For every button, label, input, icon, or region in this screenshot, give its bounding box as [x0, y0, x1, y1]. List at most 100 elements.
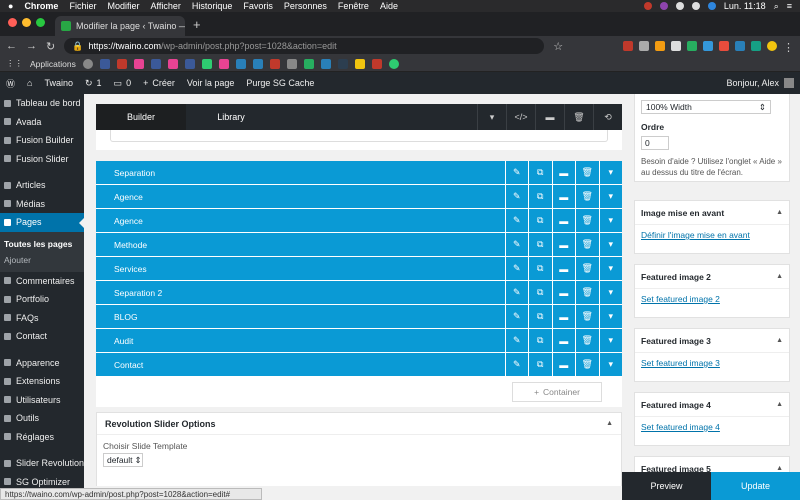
chevron-down-icon[interactable]: ▾	[598, 328, 623, 353]
menu-afficher[interactable]: Afficher	[150, 1, 180, 11]
cloud-icon[interactable]	[675, 2, 684, 10]
clone-icon[interactable]: ⧉	[528, 208, 552, 233]
save-icon[interactable]: ▬	[551, 352, 576, 377]
bookmark-icon[interactable]	[150, 58, 161, 69]
bookmark-icon[interactable]	[286, 58, 297, 69]
menu-aide[interactable]: Aide	[380, 1, 398, 11]
trash-icon[interactable]: 🗑	[575, 232, 599, 257]
save-icon[interactable]: ▬	[551, 160, 576, 185]
new-tab-icon[interactable]: +	[185, 17, 209, 36]
extension-icon[interactable]	[719, 41, 729, 51]
menu-icon[interactable]: ≡	[787, 1, 792, 11]
profile-avatar-icon[interactable]	[767, 41, 777, 51]
edit-icon[interactable]: ✎	[504, 352, 529, 377]
save-icon[interactable]: ▬	[535, 104, 564, 130]
comments-icon[interactable]: ▭	[114, 78, 123, 89]
extension-icon[interactable]	[655, 41, 665, 51]
set-featured-image-4-link[interactable]: Set featured image 4	[635, 417, 789, 437]
chevron-down-icon[interactable]: ▾	[598, 160, 623, 185]
comments-count[interactable]: 0	[126, 78, 131, 88]
extension-icon[interactable]	[735, 41, 745, 51]
sidebar-item-users[interactable]: Utilisateurs	[0, 391, 84, 410]
width-select[interactable]: 100% Width ⇕	[641, 100, 771, 114]
save-icon[interactable]: ▬	[551, 256, 576, 281]
trash-icon[interactable]: 🗑	[575, 160, 599, 185]
bookmark-applications[interactable]: Applications	[30, 59, 76, 69]
extension-icon[interactable]	[751, 41, 761, 51]
user-greeting[interactable]: Bonjour, Alex	[726, 78, 794, 88]
sidebar-item-tools[interactable]: Outils	[0, 409, 84, 428]
menu-fichier[interactable]: Fichier	[69, 1, 96, 11]
trash-icon[interactable]: 🗑	[575, 256, 599, 281]
reload-icon[interactable]: ↻	[46, 40, 55, 53]
bookmark-icon[interactable]	[82, 58, 93, 69]
tab-builder[interactable]: Builder	[96, 104, 186, 130]
save-icon[interactable]: ▬	[551, 184, 576, 209]
bookmark-icon[interactable]	[371, 58, 382, 69]
add-container-button[interactable]: + Container	[512, 382, 602, 402]
bookmark-icon[interactable]	[320, 58, 331, 69]
chevron-down-icon[interactable]: ▾	[477, 104, 506, 130]
box-header[interactable]: Featured image 3 ▲	[635, 329, 789, 353]
chevron-down-icon[interactable]: ▾	[598, 304, 623, 329]
trash-icon[interactable]: 🗑	[575, 208, 599, 233]
sidebar-item-avada[interactable]: Avada	[0, 113, 84, 132]
toggle-up-icon[interactable]: ▲	[776, 273, 783, 280]
apps-icon[interactable]: ⋮⋮	[6, 58, 23, 69]
edit-icon[interactable]: ✎	[504, 208, 529, 233]
more-icon[interactable]: ⋮	[783, 41, 794, 54]
trash-icon[interactable]: 🗑	[575, 328, 599, 353]
sidebar-item-fusion-builder[interactable]: Fusion Builder	[0, 131, 84, 150]
bookmark-icon[interactable]	[167, 58, 178, 69]
record-icon[interactable]	[643, 2, 652, 10]
box-header[interactable]: Featured image 2 ▲	[635, 265, 789, 289]
bookmark-icon[interactable]	[337, 58, 348, 69]
clock[interactable]: Lun. 11:18	[724, 1, 766, 11]
toggle-up-icon[interactable]: ▲	[776, 337, 783, 344]
container-row[interactable]: Separation ✎ ⧉ ▬ 🗑 ▾	[96, 160, 623, 185]
save-icon[interactable]: ▬	[551, 232, 576, 257]
browser-tab[interactable]: Modifier la page ‹ Twaino — W ×	[55, 16, 185, 36]
clone-icon[interactable]: ⧉	[528, 256, 552, 281]
minimize-window-icon[interactable]	[22, 18, 31, 27]
clone-icon[interactable]: ⧉	[528, 352, 552, 377]
sidebar-item-media[interactable]: Médias	[0, 195, 84, 214]
sidebar-item-pages[interactable]: Pages	[0, 213, 84, 232]
container-row[interactable]: Contact ✎ ⧉ ▬ 🗑 ▾	[96, 352, 622, 377]
menu-app[interactable]: Chrome	[24, 1, 58, 11]
slide-template-select[interactable]: default ⇕	[103, 453, 143, 467]
edit-icon[interactable]: ✎	[504, 232, 529, 257]
menu-fenetre[interactable]: Fenêtre	[338, 1, 369, 11]
clone-icon[interactable]: ⧉	[528, 160, 552, 185]
history-icon[interactable]: ⟲	[593, 104, 622, 130]
edit-icon[interactable]: ✎	[504, 280, 529, 305]
code-icon[interactable]: </>	[506, 104, 535, 130]
chevron-down-icon[interactable]: ▾	[598, 256, 623, 281]
bookmark-icon[interactable]	[184, 58, 195, 69]
updates-icon[interactable]: ↻	[85, 78, 93, 89]
new-button[interactable]: Créer	[152, 78, 175, 88]
wifi-icon[interactable]	[691, 2, 700, 10]
search-icon[interactable]: ⌕	[774, 1, 779, 12]
toggle-up-icon[interactable]: ▲	[776, 465, 783, 472]
menu-modifier[interactable]: Modifier	[107, 1, 139, 11]
chevron-down-icon[interactable]: ▾	[598, 208, 623, 233]
sidebar-item-faqs[interactable]: FAQs	[0, 309, 84, 328]
revslider-header[interactable]: Revolution Slider Options ▲	[97, 413, 621, 435]
whatsapp-icon[interactable]	[388, 58, 399, 69]
clone-icon[interactable]: ⧉	[528, 328, 552, 353]
sidebar-item-settings[interactable]: Réglages	[0, 428, 84, 447]
sidebar-item-portfolio[interactable]: Portfolio	[0, 290, 84, 309]
clone-icon[interactable]: ⧉	[528, 184, 552, 209]
set-featured-image-3-link[interactable]: Set featured image 3	[635, 353, 789, 373]
toggle-up-icon[interactable]: ▲	[776, 209, 783, 216]
edit-icon[interactable]: ✎	[504, 160, 529, 185]
back-icon[interactable]: ←	[6, 40, 17, 52]
bookmark-icon[interactable]	[201, 58, 212, 69]
extension-icon[interactable]	[687, 41, 697, 51]
container-row[interactable]: Separation 2 ✎ ⧉ ▬ 🗑 ▾	[96, 280, 622, 305]
bookmark-icon[interactable]	[252, 58, 263, 69]
edit-icon[interactable]: ✎	[504, 328, 529, 353]
updates-count[interactable]: 1	[97, 78, 102, 88]
bookmark-icon[interactable]	[354, 58, 365, 69]
